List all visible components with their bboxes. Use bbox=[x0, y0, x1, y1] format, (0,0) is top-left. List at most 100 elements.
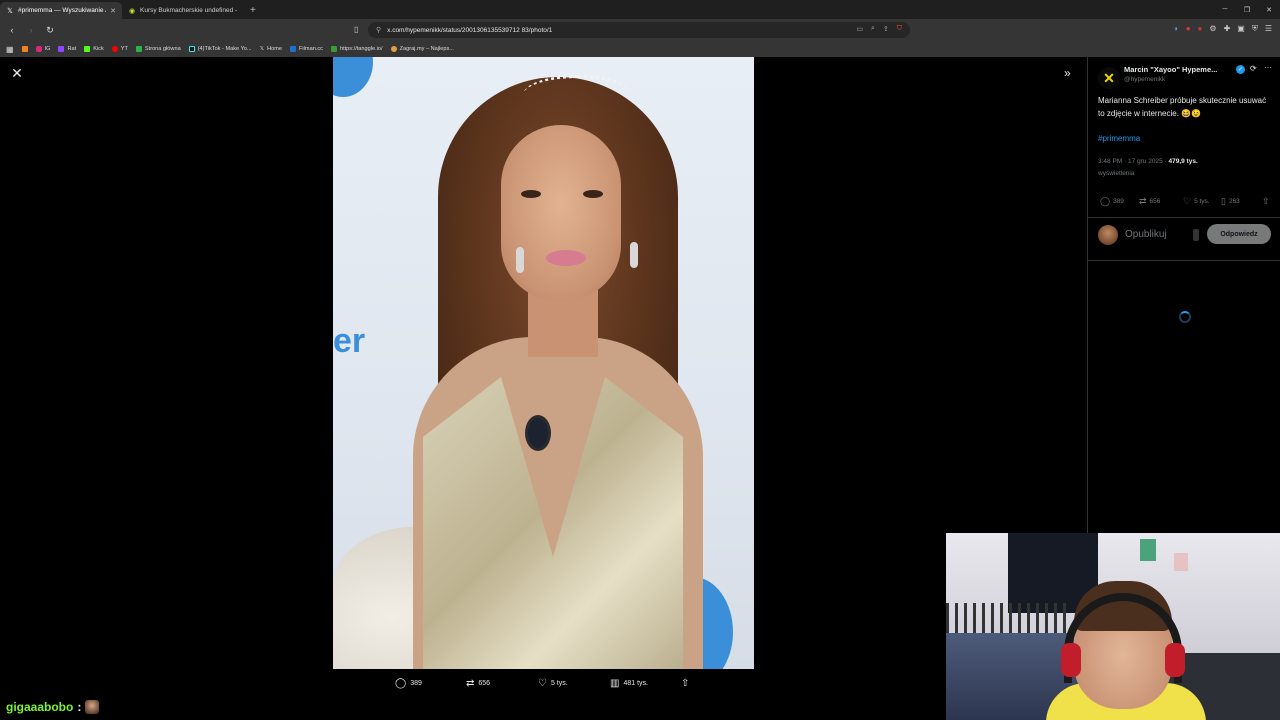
reply-button[interactable]: Odpowiedz bbox=[1207, 224, 1271, 244]
bookmark-mail[interactable] bbox=[21, 46, 28, 52]
bookmark-home-page[interactable]: Strona główna bbox=[135, 46, 181, 52]
bookmark-label: Rat bbox=[67, 46, 77, 52]
reply-action[interactable]: ◯ 389 bbox=[395, 678, 422, 689]
bookmark-ig[interactable]: IG bbox=[35, 46, 51, 52]
minimize-icon[interactable]: ─ bbox=[1214, 0, 1236, 19]
bookmark-kick[interactable]: Kick bbox=[84, 46, 104, 52]
tab-title: Kursy Bukmacherskie undefined - Ot bbox=[140, 7, 238, 14]
extension-icon[interactable]: ● bbox=[1186, 24, 1191, 34]
sidebar-icon[interactable]: ▣ bbox=[1237, 24, 1245, 34]
bookmark-x-home[interactable]: 𝕏 Home bbox=[260, 46, 282, 52]
green-k-icon bbox=[135, 46, 142, 52]
divider bbox=[1088, 260, 1280, 261]
photo-action-bar: ◯ 389 ⇄ 656 ♡ 5 tys. ▥ 481 tys. ⇧ bbox=[395, 676, 705, 690]
reply-input[interactable]: Opublikuj bbox=[1125, 229, 1167, 240]
tab-primemma[interactable]: 𝕏 #primemma — Wyszukiwanie / ✕ bbox=[0, 2, 122, 19]
right-earring bbox=[630, 242, 638, 268]
like-action[interactable]: ♡ 5 tys. bbox=[538, 678, 568, 689]
bookmark-tanggle[interactable]: https://tanggle.io/ bbox=[330, 46, 383, 52]
bookmark-label: IG bbox=[44, 46, 51, 52]
repost-count: 656 bbox=[478, 679, 491, 687]
repost-action[interactable]: ⇄ 656 bbox=[466, 678, 490, 689]
extension-icon[interactable]: ⚙ bbox=[1209, 24, 1216, 34]
media-icon[interactable] bbox=[1193, 229, 1199, 241]
address-bar-row: ‹ › ↻ ▯ ⚲ x.com/hypemenikk/status/200130… bbox=[0, 19, 1280, 41]
more-options-icon[interactable]: ··· bbox=[1264, 63, 1272, 72]
tiara bbox=[523, 75, 633, 115]
bookmark-count: 263 bbox=[1228, 198, 1240, 205]
hashtag-link[interactable]: #primemma bbox=[1098, 134, 1140, 143]
bookmark-stat[interactable]: ▯ 263 bbox=[1221, 196, 1240, 207]
avatar[interactable]: ✕ bbox=[1098, 67, 1120, 89]
views-action[interactable]: ▥ 481 tys. bbox=[610, 678, 648, 689]
maximize-icon[interactable]: ❐ bbox=[1236, 0, 1258, 19]
puzzle-icon bbox=[330, 46, 337, 52]
chat-username: gigaaabobo bbox=[6, 700, 74, 714]
reply-count: 389 bbox=[410, 679, 422, 687]
bookmark-yt[interactable]: YT bbox=[111, 46, 128, 52]
grok-icon[interactable]: ⟳ bbox=[1250, 64, 1257, 73]
webcam-overlay bbox=[946, 533, 1280, 720]
author-name[interactable]: Marcin "Xayoo" Hypeme... bbox=[1124, 65, 1234, 74]
forward-icon[interactable]: › bbox=[24, 23, 38, 37]
bookmark-icon: ▯ bbox=[1221, 196, 1226, 206]
post-author: ✕ Marcin "Xayoo" Hypeme... ✓ ⟳ ··· @hype… bbox=[1098, 63, 1274, 89]
reply-stat[interactable]: ◯ 389 bbox=[1100, 196, 1124, 207]
reply-icon: ◯ bbox=[395, 677, 407, 689]
post-text: Marianna Schreiber próbuje skutecznie us… bbox=[1098, 96, 1267, 118]
bookmarks-bar: ▦ IG Rat Kick YT Strona główna (4)TikTok… bbox=[0, 41, 1280, 57]
bookmark-rat[interactable]: Rat bbox=[58, 46, 76, 52]
close-window-icon[interactable]: ✕ bbox=[1258, 0, 1280, 19]
expand-panel-icon[interactable]: » bbox=[1064, 66, 1071, 80]
author-handle[interactable]: @hypemenikk bbox=[1124, 76, 1165, 83]
back-icon[interactable]: ‹ bbox=[5, 23, 19, 37]
share-stat[interactable]: ⇧ bbox=[1262, 196, 1270, 207]
post-views-label: wyświetlenia bbox=[1098, 170, 1135, 177]
screen: 𝕏 #primemma — Wyszukiwanie / ✕ ◉ Kursy B… bbox=[0, 0, 1280, 720]
apps-grid-icon[interactable]: ▦ bbox=[6, 45, 14, 54]
extensions-toolbar: ◗ ● ● ⚙ ✚ ▣ ⛨ ☰ bbox=[1174, 24, 1272, 34]
like-count: 5 tys. bbox=[550, 679, 568, 687]
bookmark-filman[interactable]: Filman.cc bbox=[290, 46, 323, 52]
bookmark-zagraj[interactable]: Zagraj.my – Najleps... bbox=[390, 46, 454, 52]
stream-chat-message: gigaaabobo : bbox=[6, 700, 100, 714]
post-photo[interactable]: er bbox=[333, 57, 754, 669]
repost-stat[interactable]: ⇄ 656 bbox=[1139, 196, 1160, 207]
post-timestamp[interactable]: 3:48 PM · 17 gru 2025 · bbox=[1098, 158, 1168, 165]
repost-icon: ⇄ bbox=[466, 677, 475, 689]
extension-icon[interactable]: ◗ bbox=[1174, 24, 1179, 34]
right-eye bbox=[583, 190, 603, 198]
left-eye bbox=[521, 190, 541, 198]
share-icon: ⇧ bbox=[681, 677, 690, 689]
bookmark-page-icon[interactable]: ▯ bbox=[354, 25, 358, 34]
bookmark-label: https://tanggle.io/ bbox=[339, 46, 383, 52]
lips bbox=[546, 250, 586, 266]
tab-kursy[interactable]: ◉ Kursy Bukmacherskie undefined - Ot bbox=[122, 2, 244, 19]
tab-title: #primemma — Wyszukiwanie / bbox=[18, 7, 107, 14]
zoom-icon[interactable]: ⌕ bbox=[871, 25, 875, 33]
brave-shield-icon[interactable]: ⛉ bbox=[897, 25, 902, 33]
reload-icon[interactable]: ↻ bbox=[43, 23, 57, 37]
wallet-icon[interactable]: ⛨ bbox=[1252, 24, 1258, 34]
extensions-puzzle-icon[interactable]: ✚ bbox=[1224, 24, 1231, 34]
like-stat[interactable]: ♡ 5 tys. bbox=[1183, 196, 1210, 207]
like-count: 5 tys. bbox=[1194, 198, 1210, 205]
share-icon[interactable]: ⇪ bbox=[883, 25, 889, 33]
left-earring bbox=[516, 247, 524, 273]
url-field[interactable]: ⚲ x.com/hypemenikk/status/20013061355397… bbox=[368, 22, 910, 38]
menu-icon[interactable]: ☰ bbox=[1265, 24, 1272, 34]
close-icon[interactable]: ✕ bbox=[10, 65, 24, 81]
loading-spinner-icon bbox=[1179, 311, 1191, 323]
reply-icon: ◯ bbox=[1100, 196, 1111, 206]
bookmark-tiktok[interactable]: (4)TikTok - Make Yo... bbox=[188, 46, 252, 52]
url-text: x.com/hypemenikk/status/2001306135539712… bbox=[387, 26, 553, 34]
repost-icon: ⇄ bbox=[1139, 196, 1147, 206]
new-tab-button[interactable]: + bbox=[250, 5, 256, 16]
extension-icon[interactable]: ● bbox=[1198, 24, 1203, 34]
reader-mode-icon[interactable]: ▭ bbox=[856, 25, 863, 33]
repost-count: 656 bbox=[1149, 198, 1161, 205]
site-info-icon[interactable]: ⚲ bbox=[376, 26, 381, 34]
close-tab-icon[interactable]: ✕ bbox=[110, 7, 116, 15]
share-action[interactable]: ⇧ bbox=[681, 678, 689, 689]
avatar bbox=[1098, 225, 1118, 245]
